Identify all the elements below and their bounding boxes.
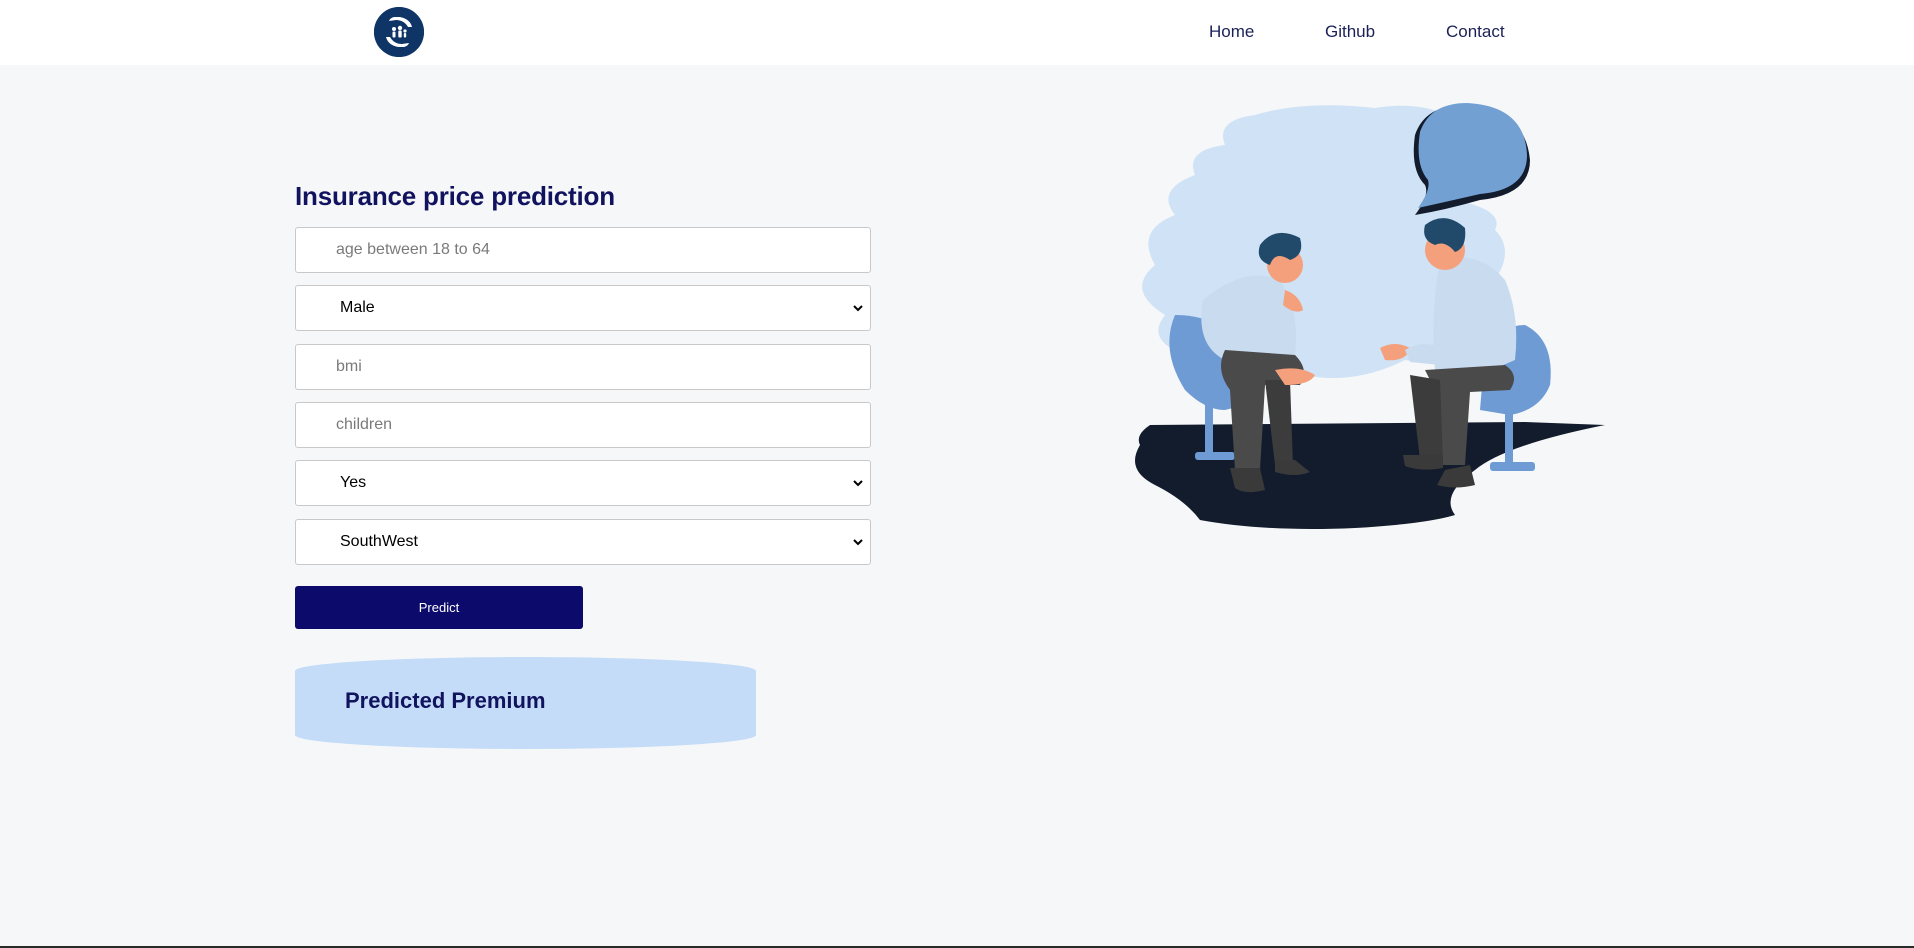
predict-button[interactable]: Predict	[295, 586, 583, 629]
result-panel: Predicted Premium	[295, 657, 756, 749]
result-title: Predicted Premium	[345, 688, 546, 713]
chevron-down-icon	[853, 305, 863, 312]
smoker-select-value: Yes	[340, 474, 367, 491]
page-title: Insurance price prediction	[295, 181, 615, 211]
nav-link-contact[interactable]: Contact	[1446, 22, 1505, 42]
nav-link-github[interactable]: Github	[1325, 22, 1375, 42]
nav-link-home[interactable]: Home	[1209, 22, 1254, 42]
sex-select-value: Male	[340, 299, 375, 316]
bmi-input[interactable]	[295, 344, 871, 390]
smoker-select[interactable]: Yes	[295, 460, 871, 506]
children-input[interactable]	[295, 402, 871, 448]
logo-icon[interactable]	[374, 7, 424, 57]
sex-select[interactable]: Male	[295, 285, 871, 331]
conversation-illustration	[1125, 100, 1615, 532]
navbar: Home Github Contact	[0, 0, 1914, 65]
chevron-down-icon	[853, 539, 863, 546]
region-select[interactable]: SouthWest	[295, 519, 871, 565]
age-input[interactable]	[295, 227, 871, 273]
chevron-down-icon	[853, 480, 863, 487]
region-select-value: SouthWest	[340, 533, 418, 550]
